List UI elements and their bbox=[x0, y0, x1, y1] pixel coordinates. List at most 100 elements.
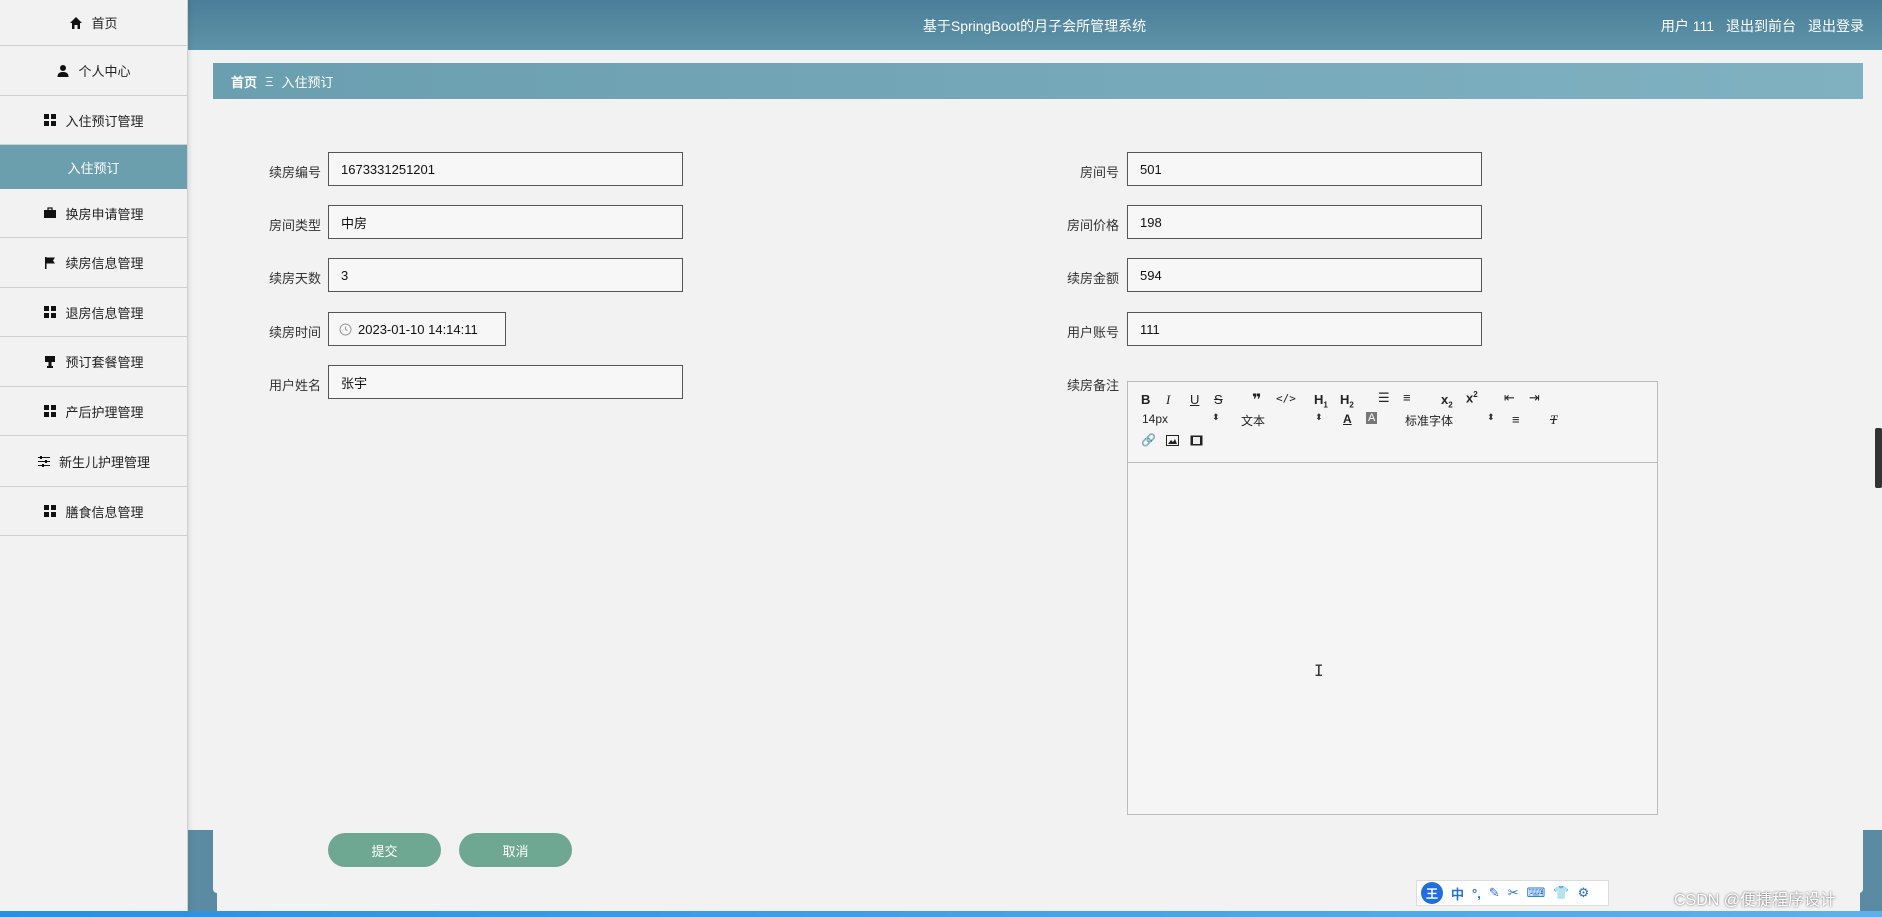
font-family-value: 标准字体 bbox=[1405, 414, 1454, 428]
font-size-select[interactable]: 14px ⬍ bbox=[1142, 412, 1220, 426]
room-price-field[interactable]: 198 bbox=[1127, 205, 1482, 239]
heading1-icon[interactable]: H1 bbox=[1314, 392, 1328, 410]
submit-button[interactable]: 提交 bbox=[328, 833, 441, 867]
heading2-icon[interactable]: H2 bbox=[1340, 392, 1354, 410]
video-icon[interactable] bbox=[1190, 434, 1203, 449]
room-price-label: 房间价格 bbox=[1066, 218, 1119, 233]
cancel-button[interactable]: 取消 bbox=[459, 833, 572, 867]
skin-icon[interactable]: 👕 bbox=[1553, 885, 1569, 901]
decorative-wave-right bbox=[1860, 830, 1882, 917]
sidebar-subitem-checkin-booking[interactable]: 入住预订 bbox=[0, 145, 187, 189]
bullet-list-icon[interactable]: ≡ bbox=[1403, 390, 1411, 405]
keyboard-icon[interactable]: ⌨ bbox=[1527, 885, 1546, 901]
scissors-icon[interactable]: ✂ bbox=[1508, 885, 1519, 901]
background-color-icon[interactable]: A bbox=[1366, 412, 1378, 424]
sidebar-item-label: 预订套餐管理 bbox=[65, 355, 144, 370]
sidebar-item-checkout-mgmt[interactable]: 退房信息管理 bbox=[0, 288, 187, 337]
renewal-days-label: 续房天数 bbox=[268, 271, 321, 286]
font-size-value: 14px bbox=[1142, 412, 1169, 426]
app-title: 基于SpringBoot的月子会所管理系统 bbox=[922, 18, 1147, 34]
renewal-amount-label: 续房金额 bbox=[1066, 271, 1119, 286]
sidebar-item-label: 膳食信息管理 bbox=[65, 504, 144, 520]
room-number-field[interactable]: 501 bbox=[1127, 152, 1482, 186]
image-icon[interactable] bbox=[1166, 434, 1179, 449]
block-type-select[interactable]: 文本 ⬍ bbox=[1241, 412, 1323, 429]
renewal-id-field[interactable]: 1673331251201 bbox=[328, 152, 683, 186]
editor-toolbar: B I U S ❞ </> H1 H2 ☰ ≡ x2 x2 ⇤ ⇥ 14px ⬍… bbox=[1128, 382, 1657, 463]
sidebar-item-label: 续房信息管理 bbox=[65, 256, 144, 271]
sidebar-item-label: 首页 bbox=[91, 16, 118, 31]
align-icon[interactable]: ≡ bbox=[1512, 412, 1520, 427]
sidebar-item-postpartum-care-mgmt[interactable]: 产后护理管理 bbox=[0, 387, 187, 436]
breadcrumb: 首页 Ξ 入住预订 bbox=[213, 63, 1863, 99]
ime-mode[interactable]: 中 bbox=[1451, 884, 1464, 903]
grid-icon bbox=[43, 404, 57, 418]
sidebar-item-profile[interactable]: 个人中心 bbox=[0, 46, 187, 96]
renewal-amount-field[interactable]: 594 bbox=[1127, 258, 1482, 292]
renewal-time-value: 2023-01-10 14:14:11 bbox=[358, 321, 478, 337]
ordered-list-icon[interactable]: ☰ bbox=[1378, 390, 1390, 406]
user-name-field[interactable]: 张宇 bbox=[328, 365, 683, 399]
superscript-icon[interactable]: x2 bbox=[1466, 390, 1478, 405]
italic-icon[interactable]: I bbox=[1166, 392, 1170, 408]
room-type-field[interactable]: 中房 bbox=[328, 205, 683, 239]
font-family-select[interactable]: 标准字体 ⬍ bbox=[1405, 412, 1495, 429]
sidebar-item-label: 个人中心 bbox=[78, 64, 131, 79]
link-icon[interactable]: 🔗 bbox=[1141, 433, 1156, 447]
breadcrumb-home[interactable]: 首页 bbox=[231, 72, 257, 91]
renewal-id-label: 续房编号 bbox=[268, 165, 321, 180]
breadcrumb-separator: Ξ bbox=[265, 73, 274, 89]
user-account-field[interactable]: 111 bbox=[1127, 312, 1482, 346]
indent-decrease-icon[interactable]: ⇤ bbox=[1504, 390, 1515, 406]
sidebar-item-renewal-mgmt[interactable]: 续房信息管理 bbox=[0, 238, 187, 288]
blockquote-icon[interactable]: ❞ bbox=[1252, 390, 1261, 410]
sidebar-item-label: 新生儿护理管理 bbox=[58, 454, 150, 470]
sidebar-item-newborn-care-mgmt[interactable]: 新生儿护理管理 bbox=[0, 436, 187, 487]
sidebar-item-label: 入住预订管理 bbox=[65, 113, 144, 129]
clock-icon bbox=[339, 323, 352, 335]
sliders-icon bbox=[37, 454, 51, 468]
font-color-icon[interactable]: A bbox=[1343, 412, 1352, 426]
sidebar-item-checkin-booking-mgmt[interactable]: 入住预订管理 bbox=[0, 96, 187, 145]
renewal-time-picker[interactable]: 2023-01-10 14:14:11 bbox=[328, 312, 506, 346]
sidebar-item-label: 换房申请管理 bbox=[65, 206, 144, 222]
scroll-handle[interactable] bbox=[1875, 428, 1882, 488]
block-type-value: 文本 bbox=[1241, 414, 1266, 428]
current-user-label: 用户 111 bbox=[1660, 18, 1714, 34]
sidebar-item-home[interactable]: 首页 bbox=[0, 0, 187, 46]
code-block-icon[interactable]: </> bbox=[1276, 392, 1296, 405]
rich-text-editor: B I U S ❞ </> H1 H2 ☰ ≡ x2 x2 ⇤ ⇥ 14px ⬍… bbox=[1127, 381, 1658, 815]
flag-icon bbox=[43, 256, 57, 270]
pen-icon[interactable]: ✎ bbox=[1489, 885, 1500, 901]
grid-icon bbox=[43, 504, 57, 518]
sidebar-item-meal-mgmt[interactable]: 膳食信息管理 bbox=[0, 487, 187, 536]
select-arrow-icon: ⬍ bbox=[1315, 412, 1323, 422]
text-cursor-icon: I bbox=[1314, 661, 1324, 680]
indent-increase-icon[interactable]: ⇥ bbox=[1529, 390, 1540, 406]
sidebar: 首页 个人中心 入住预订管理 入住预订 换房申请管理 续房信息管理 退房信息管理 bbox=[0, 0, 188, 912]
strikethrough-icon[interactable]: S bbox=[1214, 392, 1223, 407]
clear-format-icon[interactable]: T bbox=[1550, 412, 1557, 428]
sidebar-item-label: 产后护理管理 bbox=[65, 404, 144, 420]
subscript-icon[interactable]: x2 bbox=[1441, 392, 1453, 410]
ime-punctuation[interactable]: °, bbox=[1472, 886, 1481, 901]
logout-link[interactable]: 退出登录 bbox=[1808, 16, 1864, 36]
ime-toolbar: 王 中 °, ✎ ✂ ⌨ 👕 ⚙ bbox=[1416, 880, 1609, 906]
bold-icon[interactable]: B bbox=[1141, 392, 1150, 407]
stamp-icon bbox=[43, 355, 57, 369]
gear-icon[interactable]: ⚙ bbox=[1578, 885, 1590, 901]
select-arrow-icon: ⬍ bbox=[1487, 412, 1495, 422]
grid-icon bbox=[43, 305, 57, 319]
user-account-label: 用户账号 bbox=[1066, 325, 1119, 340]
room-type-label: 房间类型 bbox=[268, 218, 321, 233]
back-to-front-link[interactable]: 退出到前台 bbox=[1726, 16, 1796, 36]
renewal-remark-label: 续房备注 bbox=[1066, 378, 1119, 393]
renewal-days-field[interactable]: 3 bbox=[328, 258, 683, 292]
sidebar-item-package-mgmt[interactable]: 预订套餐管理 bbox=[0, 337, 187, 387]
renewal-time-label: 续房时间 bbox=[268, 325, 321, 340]
ime-logo[interactable]: 王 bbox=[1421, 882, 1443, 904]
sidebar-item-room-change-mgmt[interactable]: 换房申请管理 bbox=[0, 189, 187, 238]
underline-icon[interactable]: U bbox=[1190, 392, 1199, 407]
briefcase-icon bbox=[43, 206, 57, 220]
user-name-label: 用户姓名 bbox=[268, 378, 321, 393]
